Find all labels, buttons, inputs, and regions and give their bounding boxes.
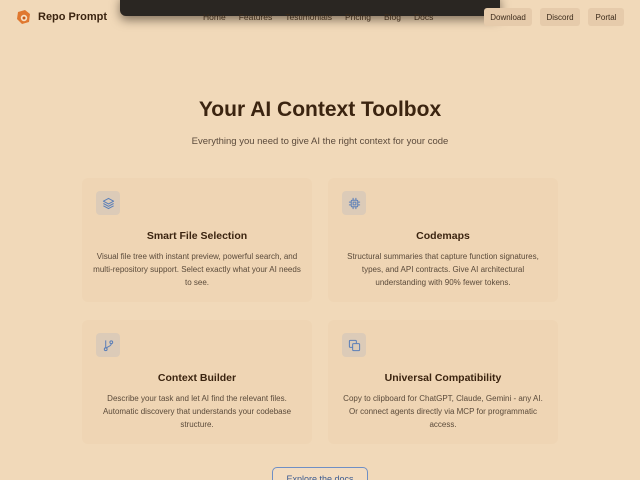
feature-description: Structural summaries that capture functi… (347, 252, 539, 287)
copy-icon (342, 333, 366, 357)
nav-link-pricing[interactable]: Pricing (345, 12, 371, 22)
feature-description: Visual file tree with instant preview, p… (93, 252, 301, 287)
page: Repo Prompt Home Features Testimonials P… (0, 0, 640, 480)
feature-card-smart-file-selection: Smart File Selection Visual file tree wi… (82, 178, 312, 302)
nav-link-docs[interactable]: Docs (414, 12, 433, 22)
nav-link-testimonials[interactable]: Testimonials (285, 12, 332, 22)
discord-button[interactable]: Discord (540, 8, 580, 26)
navbar: Repo Prompt Home Features Testimonials P… (0, 0, 640, 34)
feature-card-context-builder: Context Builder Describe your task and l… (82, 320, 312, 444)
feature-title: Context Builder (157, 372, 237, 384)
repo-prompt-logo-icon (17, 10, 30, 24)
download-button[interactable]: Download (484, 8, 532, 26)
feature-title: Codemaps (416, 230, 470, 242)
git-branch-icon (96, 333, 120, 357)
feature-description: Copy to clipboard for ChatGPT, Claude, G… (343, 394, 543, 429)
feature-card-universal-compatibility: Universal Compatibility Copy to clipboar… (328, 320, 558, 444)
feature-card-codemaps: Codemaps Structural summaries that captu… (328, 178, 558, 302)
layers-icon (96, 191, 120, 215)
feature-description: Describe your task and let AI find the r… (102, 394, 292, 429)
brand[interactable]: Repo Prompt (16, 9, 107, 25)
brand-name: Repo Prompt (38, 11, 108, 23)
nav-link-home[interactable]: Home (203, 12, 226, 22)
explore-docs-button[interactable]: Explore the docs (272, 467, 368, 480)
cpu-chip-icon (342, 191, 366, 215)
nav-links: Home Features Testimonials Pricing Blog … (203, 12, 446, 22)
portal-button[interactable]: Portal (588, 8, 624, 26)
hero-subtitle: Everything you need to give AI the right… (191, 136, 449, 147)
feature-title: Universal Compatibility (384, 372, 502, 384)
feature-title: Smart File Selection (146, 230, 248, 242)
hero-title: Your AI Context Toolbox (198, 98, 442, 121)
nav-link-blog[interactable]: Blog (384, 12, 401, 22)
nav-link-features[interactable]: Features (239, 12, 273, 22)
